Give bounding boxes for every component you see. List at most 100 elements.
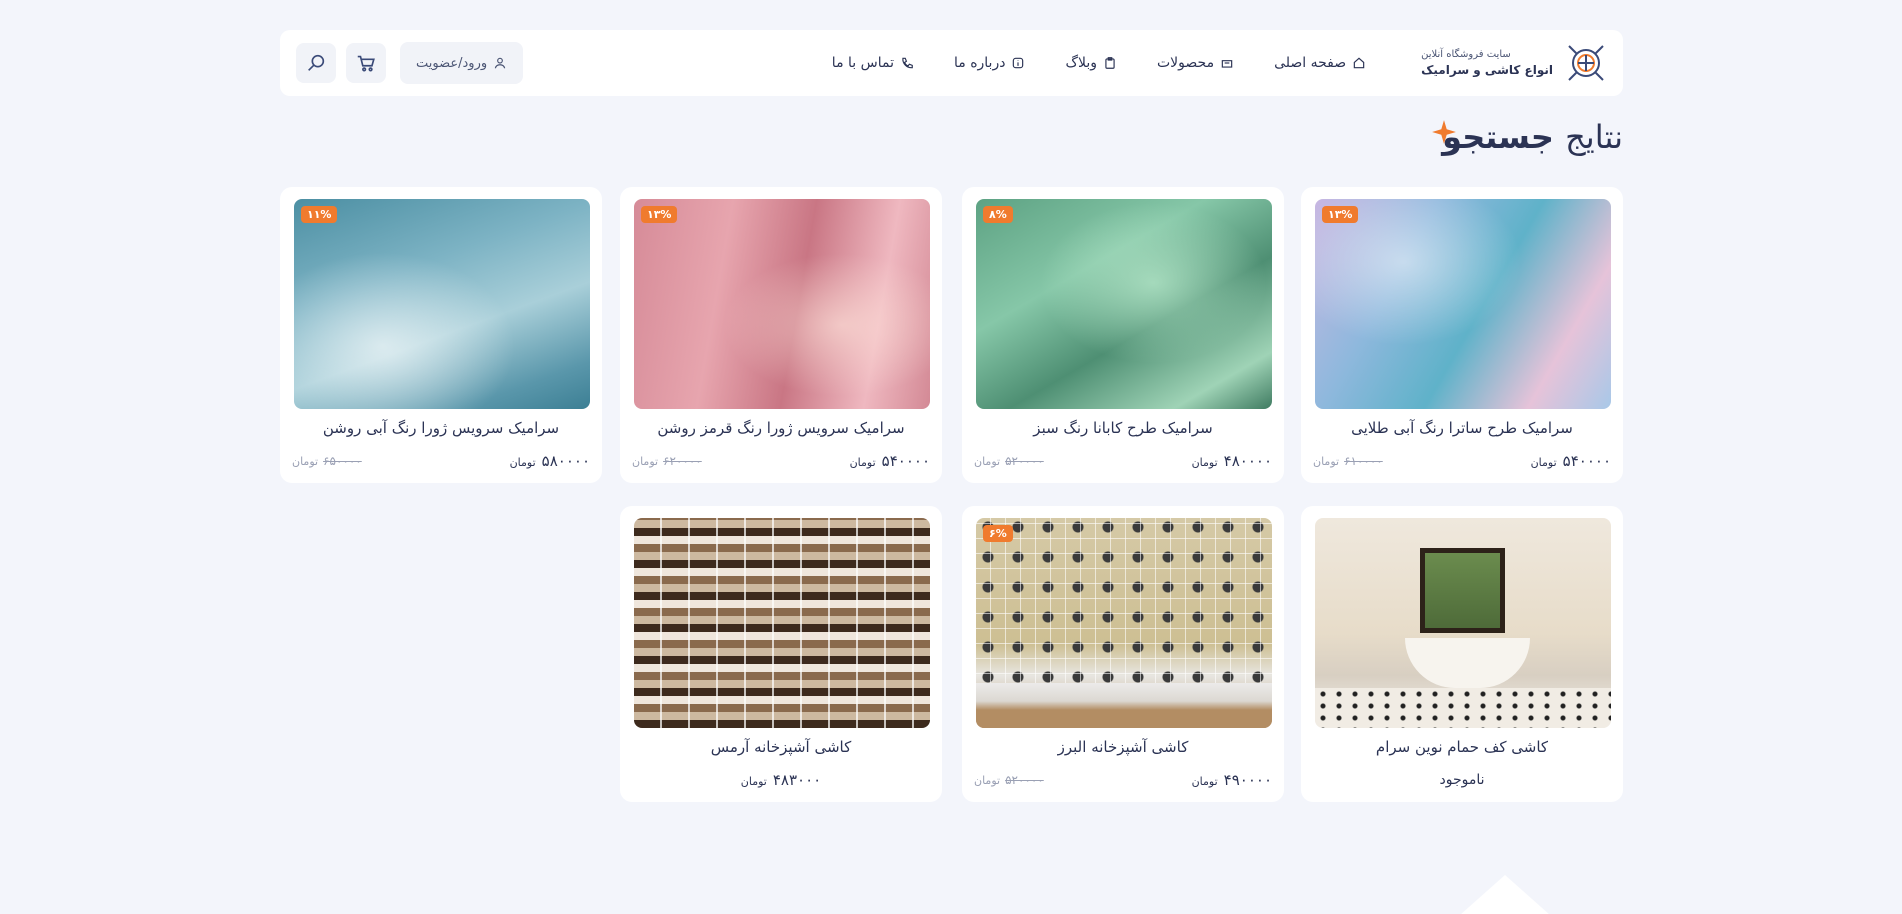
product-card[interactable]: ۱۳% سرامیک سرویس ژورا رنگ قرمز روشن ۵۴۰۰…	[620, 187, 942, 483]
discount-badge: ۶%	[983, 525, 1013, 542]
price-old: ۶۱۰۰۰۰ تومان	[1313, 454, 1383, 468]
tiles-pattern	[976, 518, 1272, 688]
price-value: ۵۴۰۰۰۰	[1562, 452, 1611, 470]
product-title[interactable]: سرامیک سرویس ژورا رنگ آبی روشن	[292, 419, 590, 441]
page-title-bold: جستجو	[1442, 118, 1554, 156]
product-card[interactable]: ۸% سرامیک طرح کابانا رنگ سبز ۴۸۰۰۰۰ توما…	[962, 187, 1284, 483]
price-old: ۶۲۰۰۰۰ تومان	[632, 454, 702, 468]
price-value: ۵۸۰۰۰۰	[541, 452, 590, 470]
product-image[interactable]: ۱۳%	[1315, 199, 1611, 409]
nav-item-blog[interactable]: وبلاگ	[1065, 55, 1117, 71]
user-icon	[494, 57, 506, 69]
nav-label: درباره ما	[953, 55, 1006, 71]
page-title: نتایج جستجو	[1442, 118, 1623, 156]
price-currency: تومان	[1191, 775, 1218, 788]
price-currency: تومان	[1530, 456, 1557, 469]
price-row: ۴۸۳۰۰۰ تومان	[632, 770, 930, 790]
price-current: ۵۸۰۰۰۰ تومان	[510, 452, 590, 470]
home-icon	[1353, 57, 1365, 69]
discount-badge: ۱۱%	[301, 206, 338, 223]
old-price-value: ۵۲۰۰۰۰	[1005, 454, 1044, 468]
price-row: ۵۴۰۰۰۰ تومان ۶۱۰۰۰۰ تومان	[1313, 451, 1611, 471]
login-button[interactable]: ورود/عضویت	[400, 42, 524, 84]
clipboard-icon	[1105, 57, 1115, 69]
cart-button[interactable]	[346, 43, 386, 83]
sparkle-icon	[1432, 120, 1456, 144]
page-title-light: نتایج	[1565, 118, 1623, 156]
nav-item-products[interactable]: محصولات	[1157, 55, 1234, 71]
product-image[interactable]: ۸%	[976, 199, 1272, 409]
old-price-currency: تومان	[632, 455, 659, 468]
product-image[interactable]	[1315, 518, 1611, 728]
price-old: ۶۵۰۰۰۰ تومان	[292, 454, 362, 468]
brand-subtitle: سایت فروشگاه آنلاین	[1421, 49, 1511, 60]
price-current: ۴۸۳۰۰۰ تومان	[741, 771, 821, 789]
nav-item-home[interactable]: صفحه اصلی	[1274, 55, 1366, 71]
product-image[interactable]: ۶%	[976, 518, 1272, 728]
brand-title: انواع کاشی و سرامیک	[1421, 63, 1553, 77]
price-value: ۴۹۰۰۰۰	[1223, 771, 1272, 789]
site-header: ورود/عضویت صفحه اصلی محصولات وبلاگ دربار…	[280, 30, 1623, 96]
price-row: ۴۸۰۰۰۰ تومان ۵۲۰۰۰۰ تومان	[974, 451, 1272, 471]
price-row: ۵۸۰۰۰۰ تومان ۶۵۰۰۰۰ تومان	[292, 451, 590, 471]
product-title[interactable]: سرامیک طرح ساترا رنگ آبی طلایی	[1313, 419, 1611, 441]
product-title[interactable]: کاشی آشپزخانه آرمس	[632, 738, 930, 760]
info-icon	[1013, 57, 1024, 69]
old-price-currency: تومان	[1313, 455, 1340, 468]
price-current: ۵۴۰۰۰۰ تومان	[850, 452, 930, 470]
bath-floor	[1315, 688, 1611, 728]
search-icon	[308, 54, 325, 71]
discount-badge: ۱۳%	[1322, 206, 1359, 223]
brand-text: سایت فروشگاه آنلاین انواع کاشی و سرامیک	[1421, 49, 1553, 77]
old-price-value: ۶۲۰۰۰۰	[663, 454, 702, 468]
product-title[interactable]: کاشی کف حمام نوین سرام	[1313, 738, 1611, 760]
price-value: ۴۸۰۰۰۰	[1223, 452, 1272, 470]
old-price-currency: تومان	[292, 455, 319, 468]
price-currency: تومان	[1191, 456, 1218, 469]
price-value: ۵۴۰۰۰۰	[881, 452, 930, 470]
kitchen-counter	[976, 683, 1272, 728]
product-card[interactable]: کاشی کف حمام نوین سرام ناموجود	[1301, 506, 1623, 802]
stock-status: ناموجود	[1439, 772, 1485, 788]
product-image[interactable]: ۱۱%	[294, 199, 590, 409]
price-value: ۴۸۳۰۰۰	[772, 771, 822, 789]
product-card[interactable]: ۶% کاشی آشپزخانه البرز ۴۹۰۰۰۰ تومان ۵۲۰۰…	[962, 506, 1284, 802]
product-card[interactable]: ۱۳% سرامیک طرح ساترا رنگ آبی طلایی ۵۴۰۰۰…	[1301, 187, 1623, 483]
price-current: ۴۸۰۰۰۰ تومان	[1192, 452, 1272, 470]
discount-badge: ۸%	[983, 206, 1013, 223]
nav-item-about[interactable]: درباره ما	[954, 55, 1025, 71]
price-row: ۴۹۰۰۰۰ تومان ۵۲۰۰۰۰ تومان	[974, 770, 1272, 790]
price-old: ۵۲۰۰۰۰ تومان	[974, 454, 1044, 468]
bath-tub	[1405, 638, 1530, 688]
old-price-currency: تومان	[974, 455, 1001, 468]
product-title[interactable]: سرامیک طرح کابانا رنگ سبز	[974, 419, 1272, 441]
brand[interactable]: سایت فروشگاه آنلاین انواع کاشی و سرامیک	[1421, 42, 1607, 84]
header-actions: ورود/عضویت	[296, 42, 524, 84]
product-image[interactable]	[634, 518, 930, 728]
price-currency: تومان	[509, 456, 536, 469]
nav-label: وبلاگ	[1065, 55, 1097, 71]
product-title[interactable]: کاشی آشپزخانه البرز	[974, 738, 1272, 760]
old-price-value: ۵۲۰۰۰۰	[1005, 773, 1044, 787]
login-label: ورود/عضویت	[416, 55, 488, 71]
price-currency: تومان	[740, 775, 767, 788]
nav-item-contact[interactable]: تماس با ما	[832, 55, 914, 71]
old-price-currency: تومان	[974, 774, 1001, 787]
product-card[interactable]: ۱۱% سرامیک سرویس ژورا رنگ آبی روشن ۵۸۰۰۰…	[280, 187, 602, 483]
nav-label: تماس با ما	[831, 55, 894, 71]
price-row: ۵۴۰۰۰۰ تومان ۶۲۰۰۰۰ تومان	[632, 451, 930, 471]
bath-window	[1420, 548, 1505, 633]
old-price-value: ۶۵۰۰۰۰	[323, 454, 362, 468]
box-icon	[1221, 60, 1233, 68]
product-title[interactable]: سرامیک سرویس ژورا رنگ قرمز روشن	[632, 419, 930, 441]
product-image[interactable]: ۱۳%	[634, 199, 930, 409]
product-card[interactable]: کاشی آشپزخانه آرمس ۴۸۳۰۰۰ تومان	[620, 506, 942, 802]
scroll-top-indicator[interactable]	[1460, 875, 1550, 914]
discount-badge: ۱۳%	[641, 206, 678, 223]
old-price-value: ۶۱۰۰۰۰	[1344, 454, 1383, 468]
search-button[interactable]	[296, 43, 336, 83]
phone-icon	[902, 57, 913, 69]
price-current: ۴۹۰۰۰۰ تومان	[1192, 771, 1272, 789]
price-currency: تومان	[849, 456, 876, 469]
price-current: ۵۴۰۰۰۰ تومان	[1531, 452, 1611, 470]
